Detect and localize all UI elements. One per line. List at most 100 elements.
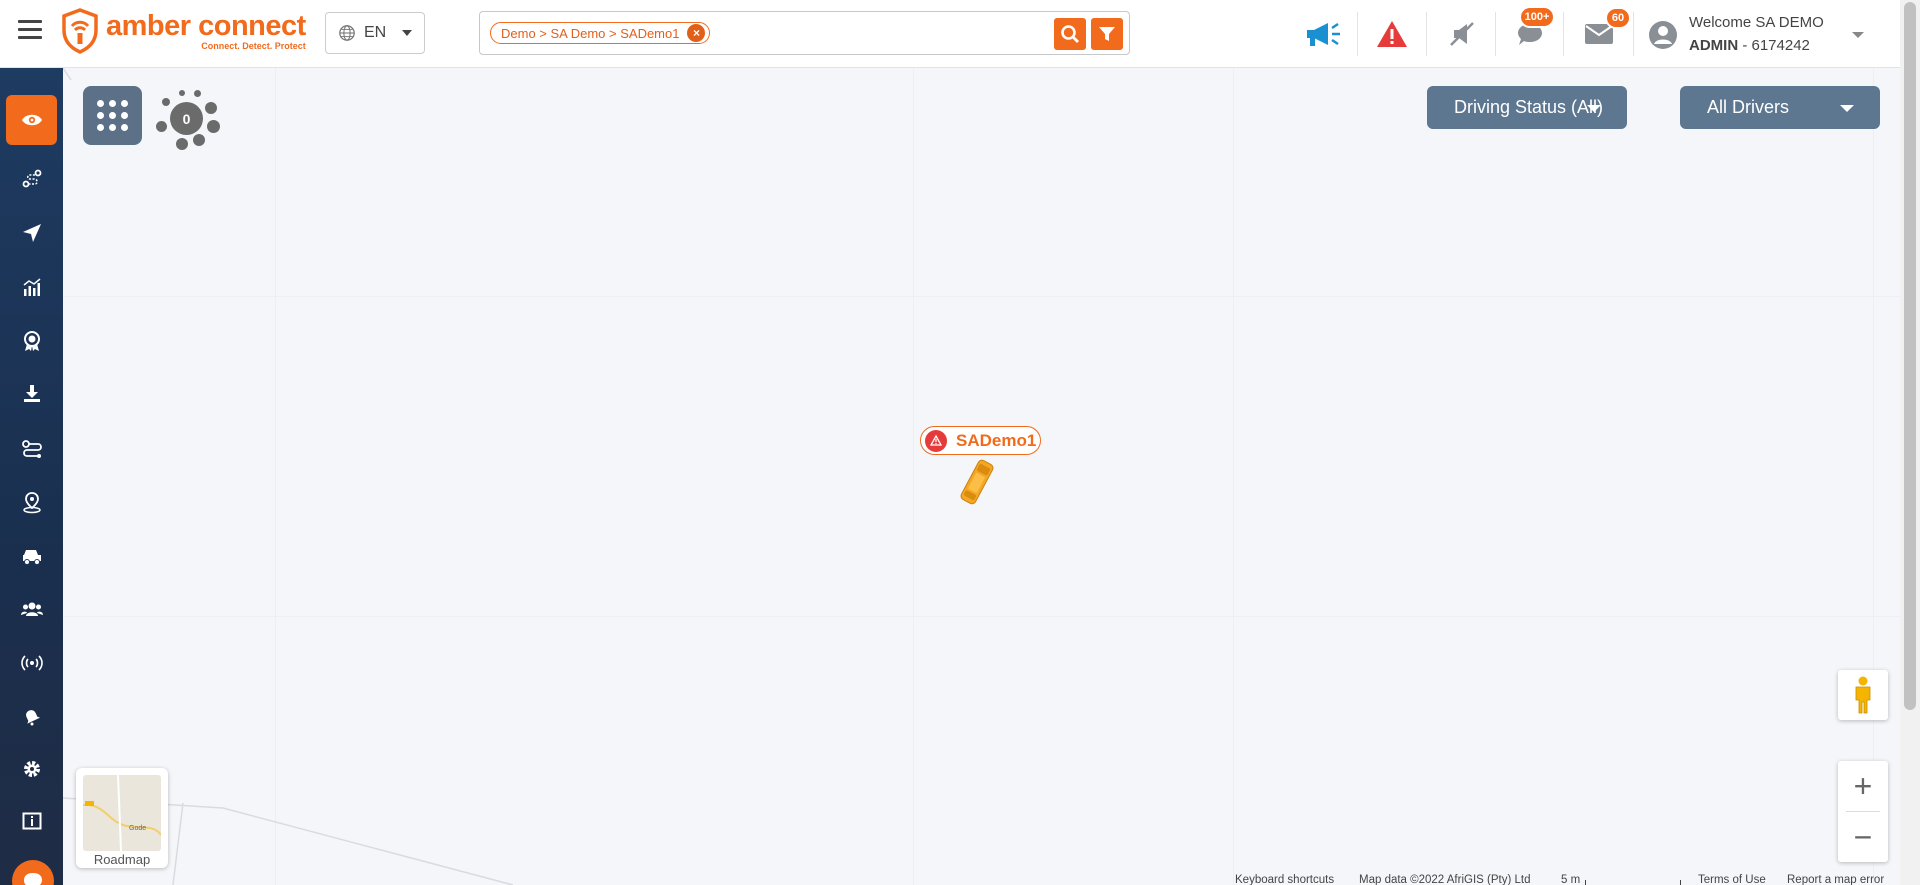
settings-icon [23, 761, 40, 777]
terms-of-use-link[interactable]: Terms of Use [1698, 874, 1766, 885]
chat-bubble-icon [24, 873, 42, 885]
divider [1426, 12, 1427, 56]
language-select[interactable]: EN [325, 12, 425, 54]
street-view-button[interactable] [1838, 670, 1888, 720]
report-map-error-link[interactable]: Report a map error [1787, 874, 1884, 885]
menu-icon[interactable] [18, 20, 42, 40]
roadmap-label: Roadmap [93, 852, 151, 867]
megaphone-icon [1307, 22, 1340, 46]
zoom-out-button[interactable]: − [1838, 812, 1888, 862]
sidebar-item-vehicles[interactable] [0, 530, 63, 584]
warning-icon [925, 429, 947, 452]
sidebar-item-trips[interactable] [0, 422, 63, 476]
search-bar[interactable]: Demo > SA Demo > SADemo1 × [479, 11, 1130, 55]
warning-triangle-icon [1377, 21, 1407, 47]
vehicle-label[interactable]: SADemo1 [920, 426, 1042, 455]
sidebar-item-rewards[interactable] [0, 314, 63, 368]
roadmap-thumb-label: Gode [129, 825, 147, 832]
sidebar-item-users[interactable] [0, 582, 63, 636]
globe-icon [339, 25, 355, 41]
user-role: ADMIN - 6174242 [1689, 37, 1810, 54]
page-scrollbar[interactable] [1900, 0, 1920, 885]
vehicle-name: SADemo1 [956, 430, 1037, 450]
map-scale-label: 5 m [1561, 874, 1581, 885]
user-avatar-icon [1649, 21, 1677, 49]
breadcrumb-chip-label: Demo > SA Demo > SADemo1 [501, 25, 680, 41]
account-id: - 6174242 [1738, 37, 1810, 54]
logo-shield-icon [62, 8, 98, 54]
user-role-label: ADMIN [1689, 37, 1739, 54]
sidebar [0, 68, 63, 885]
vehicle-marker-icon[interactable] [957, 454, 997, 510]
logo-name: amber connect [106, 10, 306, 42]
users-icon [20, 602, 43, 616]
logo-tagline: Connect. Detect. Protect [201, 41, 306, 51]
award-icon [23, 331, 40, 351]
divider [1357, 12, 1358, 56]
broadcast-icon [20, 655, 43, 671]
driving-status-dropdown[interactable]: Driving Status (All) [1427, 86, 1627, 129]
sidebar-item-info[interactable] [0, 794, 63, 848]
welcome-text: Welcome SA DEMO [1689, 14, 1824, 31]
navigation-icon [22, 224, 41, 242]
mute-button[interactable] [1442, 14, 1482, 54]
route-icon [22, 169, 41, 188]
divider [1563, 12, 1564, 56]
divider [1495, 12, 1496, 56]
vehicle-icon [22, 550, 41, 565]
sidebar-item-geofence[interactable] [0, 476, 63, 530]
sidebar-item-downloads[interactable] [0, 366, 63, 420]
chevron-down-icon [1587, 105, 1601, 112]
breadcrumb-chip[interactable]: Demo > SA Demo > SADemo1 × [490, 22, 711, 44]
alerts-button[interactable] [1372, 14, 1412, 54]
roadmap-thumbnail: Gode [83, 775, 161, 851]
sidebar-item-live-view[interactable] [6, 95, 57, 145]
eye-icon [21, 114, 42, 126]
chevron-down-icon [1852, 32, 1864, 38]
scrollbar-thumb[interactable] [1904, 2, 1916, 710]
pegman-icon [1855, 676, 1871, 714]
top-bar: amber connect Connect. Detect. Protect E… [0, 0, 1920, 68]
divider [1633, 12, 1634, 56]
map-data-attribution: Map data ©2022 AfriGIS (Pty) Ltd [1359, 874, 1531, 885]
mute-icon [1450, 22, 1474, 46]
drivers-dropdown[interactable]: All Drivers [1680, 86, 1880, 129]
filter-button[interactable] [1091, 18, 1123, 50]
geofence-icon [22, 492, 41, 514]
language-value: EN [364, 24, 387, 41]
chat-support-button[interactable] [12, 860, 54, 885]
analytics-icon [23, 278, 40, 296]
cluster-count: 0 [170, 102, 203, 135]
user-menu[interactable]: Welcome SA DEMO ADMIN - 6174242 [1648, 10, 1888, 58]
search-button[interactable] [1054, 18, 1086, 50]
sidebar-item-alerts[interactable] [0, 690, 63, 744]
zoom-in-button[interactable]: + [1838, 761, 1888, 811]
filter-icon [1099, 27, 1115, 41]
zoom-controls: + − [1838, 761, 1888, 862]
map-type-toggle[interactable]: Gode Roadmap [76, 768, 168, 868]
mail-count-badge: 60 [1605, 7, 1631, 29]
vehicle-cluster[interactable]: 0 [153, 86, 225, 158]
logo[interactable]: amber connect Connect. Detect. Protect [60, 8, 306, 54]
download-icon [23, 385, 40, 402]
chevron-down-icon [1840, 105, 1854, 112]
announcement-button[interactable] [1303, 14, 1343, 54]
messages-count-badge: 100+ [1519, 6, 1555, 28]
keyboard-shortcuts-link[interactable]: Keyboard shortcuts [1235, 874, 1334, 885]
trips-icon [21, 440, 42, 458]
sidebar-item-settings[interactable] [0, 742, 63, 796]
chevron-down-icon [402, 30, 412, 36]
sidebar-item-navigation[interactable] [0, 206, 63, 260]
sidebar-item-analytics[interactable] [0, 260, 63, 314]
sidebar-item-broadcast[interactable] [0, 636, 63, 690]
map-scale-bar [1585, 880, 1681, 885]
drivers-label: All Drivers [1707, 97, 1790, 117]
map-canvas[interactable]: 0 Driving Status (All) All Drivers SADem… [63, 68, 1900, 885]
search-icon [1061, 25, 1079, 43]
sidebar-item-route[interactable] [0, 152, 63, 206]
apps-grid-button[interactable] [83, 86, 142, 145]
alerts-icon [25, 710, 40, 726]
close-icon[interactable]: × [687, 24, 706, 42]
driving-status-label: Driving Status (All) [1454, 97, 1604, 117]
info-icon [22, 812, 41, 830]
